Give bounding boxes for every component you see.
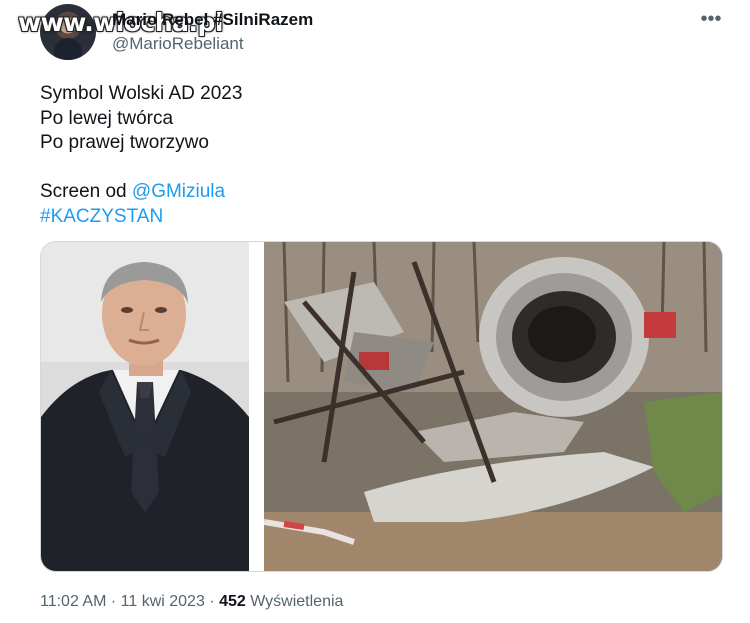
tweet-card: www.wiocha.pl Mario Rebel #SilniRazem @M… xyxy=(0,0,750,623)
more-horizontal-icon: ••• xyxy=(700,8,722,30)
tweet-meta: 11:02 AM · 11 kwi 2023 · 452 Wyświetleni… xyxy=(40,593,343,611)
wreckage-photo xyxy=(264,242,722,571)
views-count: 452 xyxy=(219,593,246,610)
tweet-text: Symbol Wolski AD 2023 Po lewej twórca Po… xyxy=(40,82,710,229)
author-display-name[interactable]: Mario Rebel #SilniRazem xyxy=(112,10,313,30)
media-image-wreckage[interactable] xyxy=(264,242,722,571)
tweet-line-1: Symbol Wolski AD 2023 xyxy=(40,83,243,104)
tweet-screen-credit: Screen od @GMiziula xyxy=(40,180,710,205)
portrait-photo xyxy=(41,242,249,571)
meta-separator: · xyxy=(106,593,121,610)
tweet-hashtag-line: #KACZYSTAN xyxy=(40,205,710,230)
hashtag-link[interactable]: #KACZYSTAN xyxy=(40,206,163,227)
views-label: Wyświetlenia xyxy=(245,593,344,610)
tweet-time[interactable]: 11:02 AM xyxy=(40,593,106,610)
tweet-line-2: Po lewej twórca xyxy=(40,107,174,129)
mention-link[interactable]: @GMiziula xyxy=(132,181,225,202)
meta-separator: · xyxy=(204,593,220,610)
tweet-date[interactable]: 11 kwi 2023 xyxy=(121,593,205,610)
media-image-portrait[interactable] xyxy=(41,242,249,571)
screen-credit-prefix: Screen od xyxy=(40,181,132,202)
more-options-button[interactable]: ••• xyxy=(698,8,724,32)
tweet-media[interactable] xyxy=(40,241,723,572)
author-handle[interactable]: @MarioRebeliant xyxy=(112,34,244,54)
tweet-line-3: Po prawej tworzywo xyxy=(40,132,209,153)
